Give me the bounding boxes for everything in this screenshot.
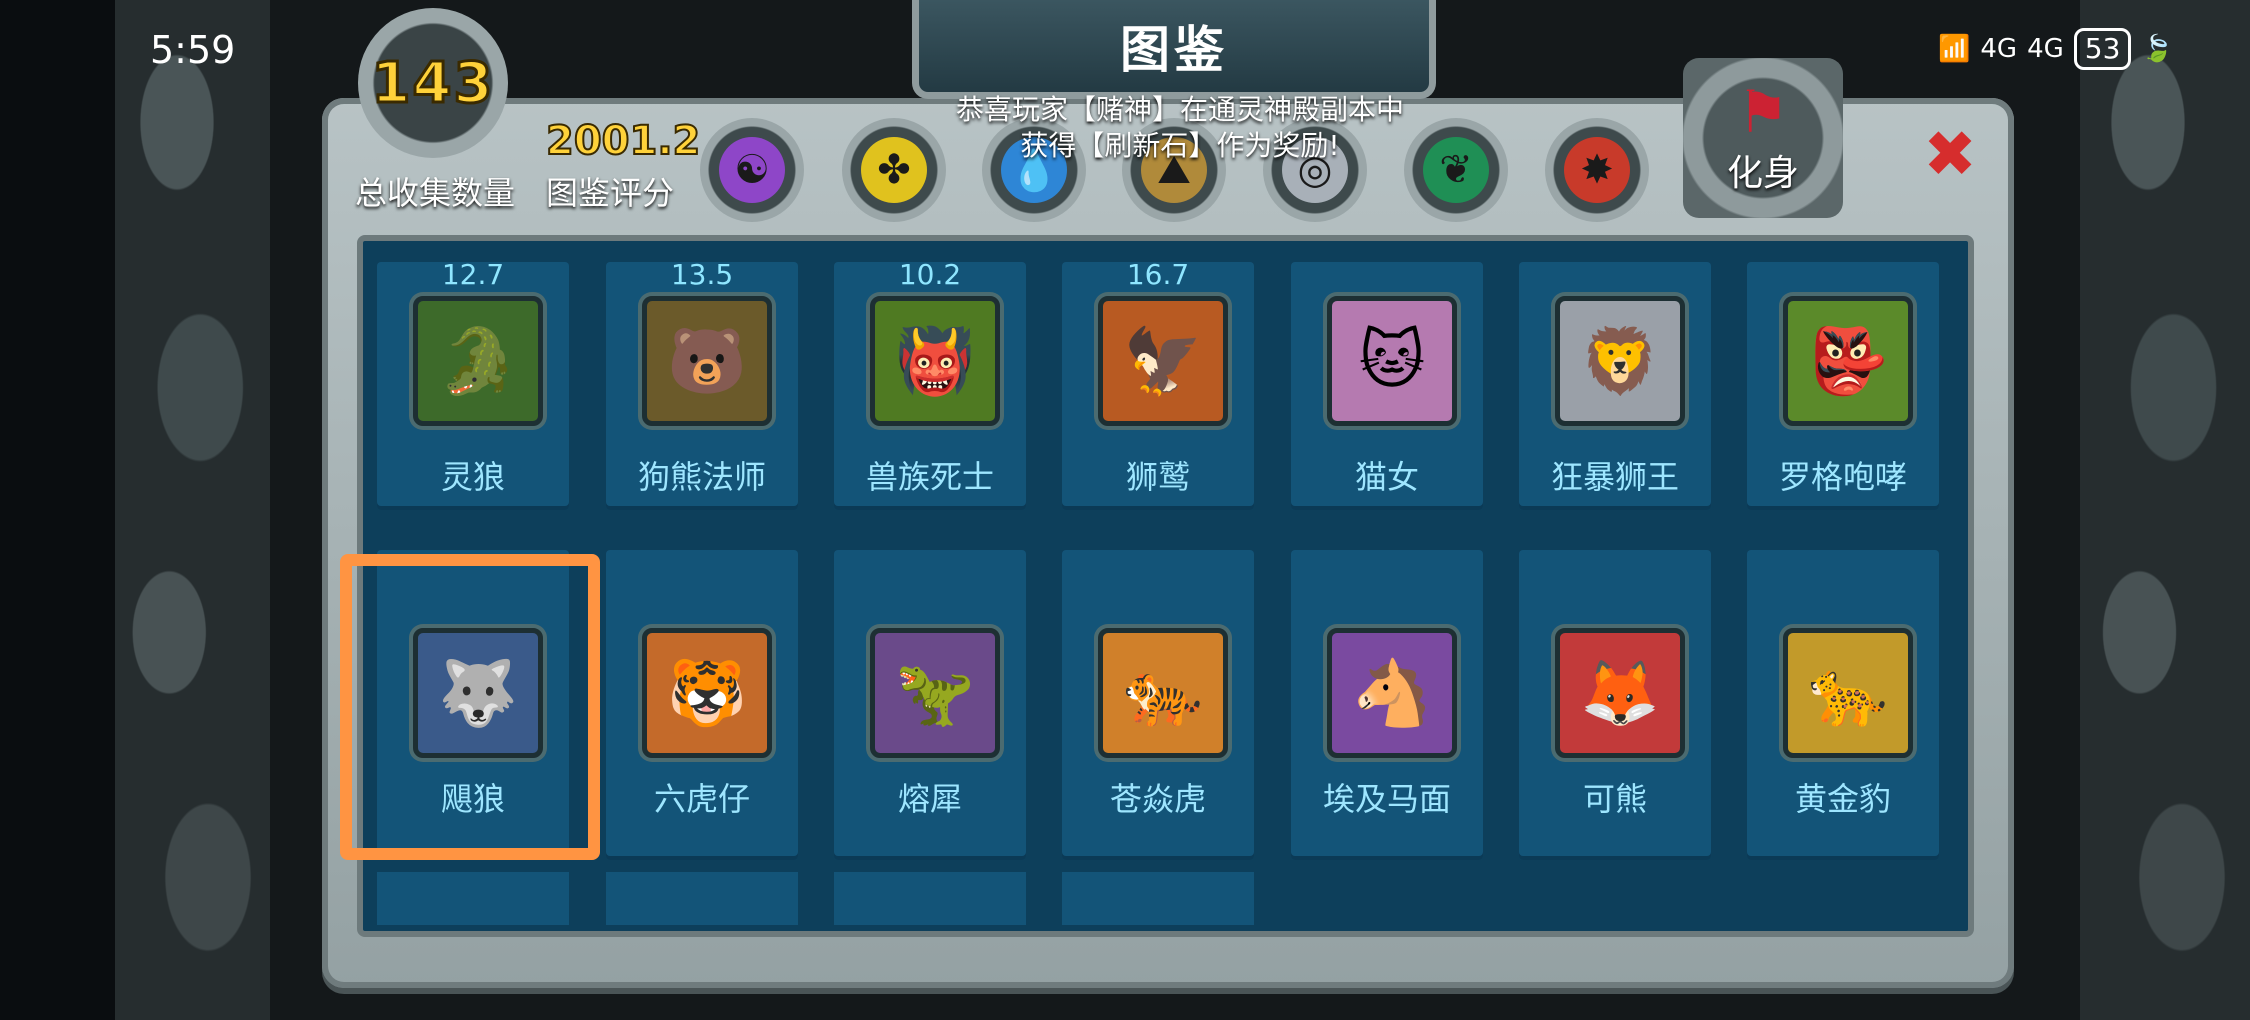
hero-name: 熔犀 — [897, 780, 962, 818]
close-button[interactable]: ✖ — [1920, 118, 1980, 192]
codex-score-label: 图鉴评分 — [546, 174, 675, 212]
element-filter-button[interactable]: ☯ — [700, 118, 804, 222]
close-icon: ✖ — [1923, 118, 1977, 192]
avatar-button-label: 化身 — [1726, 153, 1799, 194]
dragon-element-icon: ✸ — [1564, 137, 1630, 203]
hero-name: 六虎仔 — [653, 780, 750, 818]
hero-portrait: 🐱 — [1327, 296, 1457, 426]
left-rock-wall — [115, 0, 270, 1020]
hero-card[interactable]: 12.7 🐊 灵狼 — [377, 258, 569, 510]
hero-portrait: 🦊 — [1555, 628, 1685, 758]
hero-rating: 10.2 — [898, 258, 962, 291]
right-rock-wall — [2080, 0, 2250, 1020]
notice-line-2: 获得【刷新石】作为奖励! — [1020, 129, 1340, 162]
hero-name: 飓狼 — [440, 780, 505, 818]
codex-score: 2001.2 — [545, 117, 701, 165]
collection-count-badge: 143 — [358, 8, 508, 158]
status-icons: 📶 4G 4G 53 🍃 — [1938, 28, 2174, 70]
hero-rating: 16.7 — [1126, 258, 1190, 291]
page-title: 图鉴 — [1120, 21, 1228, 79]
hero-name: 灵狼 — [440, 458, 505, 496]
hero-rating: 13.5 — [670, 258, 734, 291]
partial-card[interactable] — [834, 872, 1026, 925]
partial-card[interactable] — [377, 872, 569, 925]
hero-name: 苍焱虎 — [1109, 780, 1206, 818]
hero-name: 可熊 — [1582, 780, 1647, 818]
hero-name: 猫女 — [1354, 458, 1419, 496]
hero-card[interactable]: 🐯 六虎仔 — [606, 550, 798, 860]
hero-portrait: 🐆 — [1783, 628, 1913, 758]
hero-name: 狂暴狮王 — [1550, 458, 1679, 496]
battery-level: 53 — [2073, 28, 2132, 70]
hero-portrait: 🐻 — [642, 296, 772, 426]
notice-line-1: 恭喜玩家【赌神】在通灵神殿副本中 — [955, 93, 1404, 126]
hero-portrait: 🦖 — [870, 628, 1000, 758]
status-time: 5:59 — [150, 28, 236, 72]
hero-card[interactable]: 🐺 飓狼 — [377, 550, 569, 860]
hero-card[interactable]: 🐅 苍焱虎 — [1062, 550, 1254, 860]
shadow-element-icon: ☯ — [719, 137, 785, 203]
hero-card[interactable]: 16.7 🦅 狮鹫 — [1062, 258, 1254, 510]
collection-count: 143 — [370, 49, 495, 117]
hero-portrait: 🦁 — [1555, 296, 1685, 426]
hero-portrait: 👺 — [1783, 296, 1913, 426]
hero-rating: 12.7 — [441, 258, 505, 291]
title-plaque: 图鉴 — [912, 0, 1436, 99]
partial-card[interactable] — [1062, 872, 1254, 925]
hero-name: 罗格咆哮 — [1778, 458, 1907, 496]
wifi-icon: 📶 — [1938, 34, 1971, 64]
partial-card[interactable] — [606, 872, 798, 925]
hero-name: 狗熊法师 — [637, 458, 766, 496]
hero-portrait: 🐯 — [642, 628, 772, 758]
avatar-button[interactable]: ⚑ 化身 — [1683, 58, 1843, 218]
element-filter-button[interactable]: ✸ — [1545, 118, 1649, 222]
axe-flag-icon: ⚑ — [1737, 78, 1789, 146]
hero-portrait: 🐊 — [413, 296, 543, 426]
hero-card[interactable]: 🐱 猫女 — [1291, 262, 1483, 510]
collection-count-label: 总收集数量 — [354, 174, 515, 212]
hero-portrait: 🐺 — [413, 628, 543, 758]
hero-card[interactable]: 🦊 可熊 — [1519, 550, 1711, 860]
hero-portrait: 🐅 — [1098, 628, 1228, 758]
leaf-icon: 🍃 — [2141, 34, 2174, 64]
hero-card[interactable]: 🐆 黄金豹 — [1747, 550, 1939, 860]
hero-card[interactable]: 👺 罗格咆哮 — [1747, 262, 1939, 510]
hero-portrait: 👹 — [870, 296, 1000, 426]
hero-card[interactable]: 🦖 熔犀 — [834, 550, 1026, 860]
hero-portrait: 🐴 — [1327, 628, 1457, 758]
hero-card[interactable]: 13.5 🐻 狗熊法师 — [606, 258, 798, 510]
hero-name: 埃及马面 — [1322, 780, 1451, 818]
hero-card[interactable]: 10.2 👹 兽族死士 — [834, 258, 1026, 510]
hero-card[interactable]: 🦁 狂暴狮王 — [1519, 262, 1711, 510]
hero-name: 狮鹫 — [1125, 458, 1190, 496]
hero-card[interactable]: 🐴 埃及马面 — [1291, 550, 1483, 860]
broadcast-notice: 恭喜玩家【赌神】在通灵神殿副本中 获得【刷新石】作为奖励! — [900, 92, 1460, 164]
hero-name: 黄金豹 — [1794, 780, 1891, 818]
signal-4g-label: 4G — [1980, 34, 2018, 64]
signal-4g-label-2: 4G — [2027, 34, 2064, 64]
hero-portrait: 🦅 — [1098, 296, 1228, 426]
hero-name: 兽族死士 — [865, 458, 994, 496]
